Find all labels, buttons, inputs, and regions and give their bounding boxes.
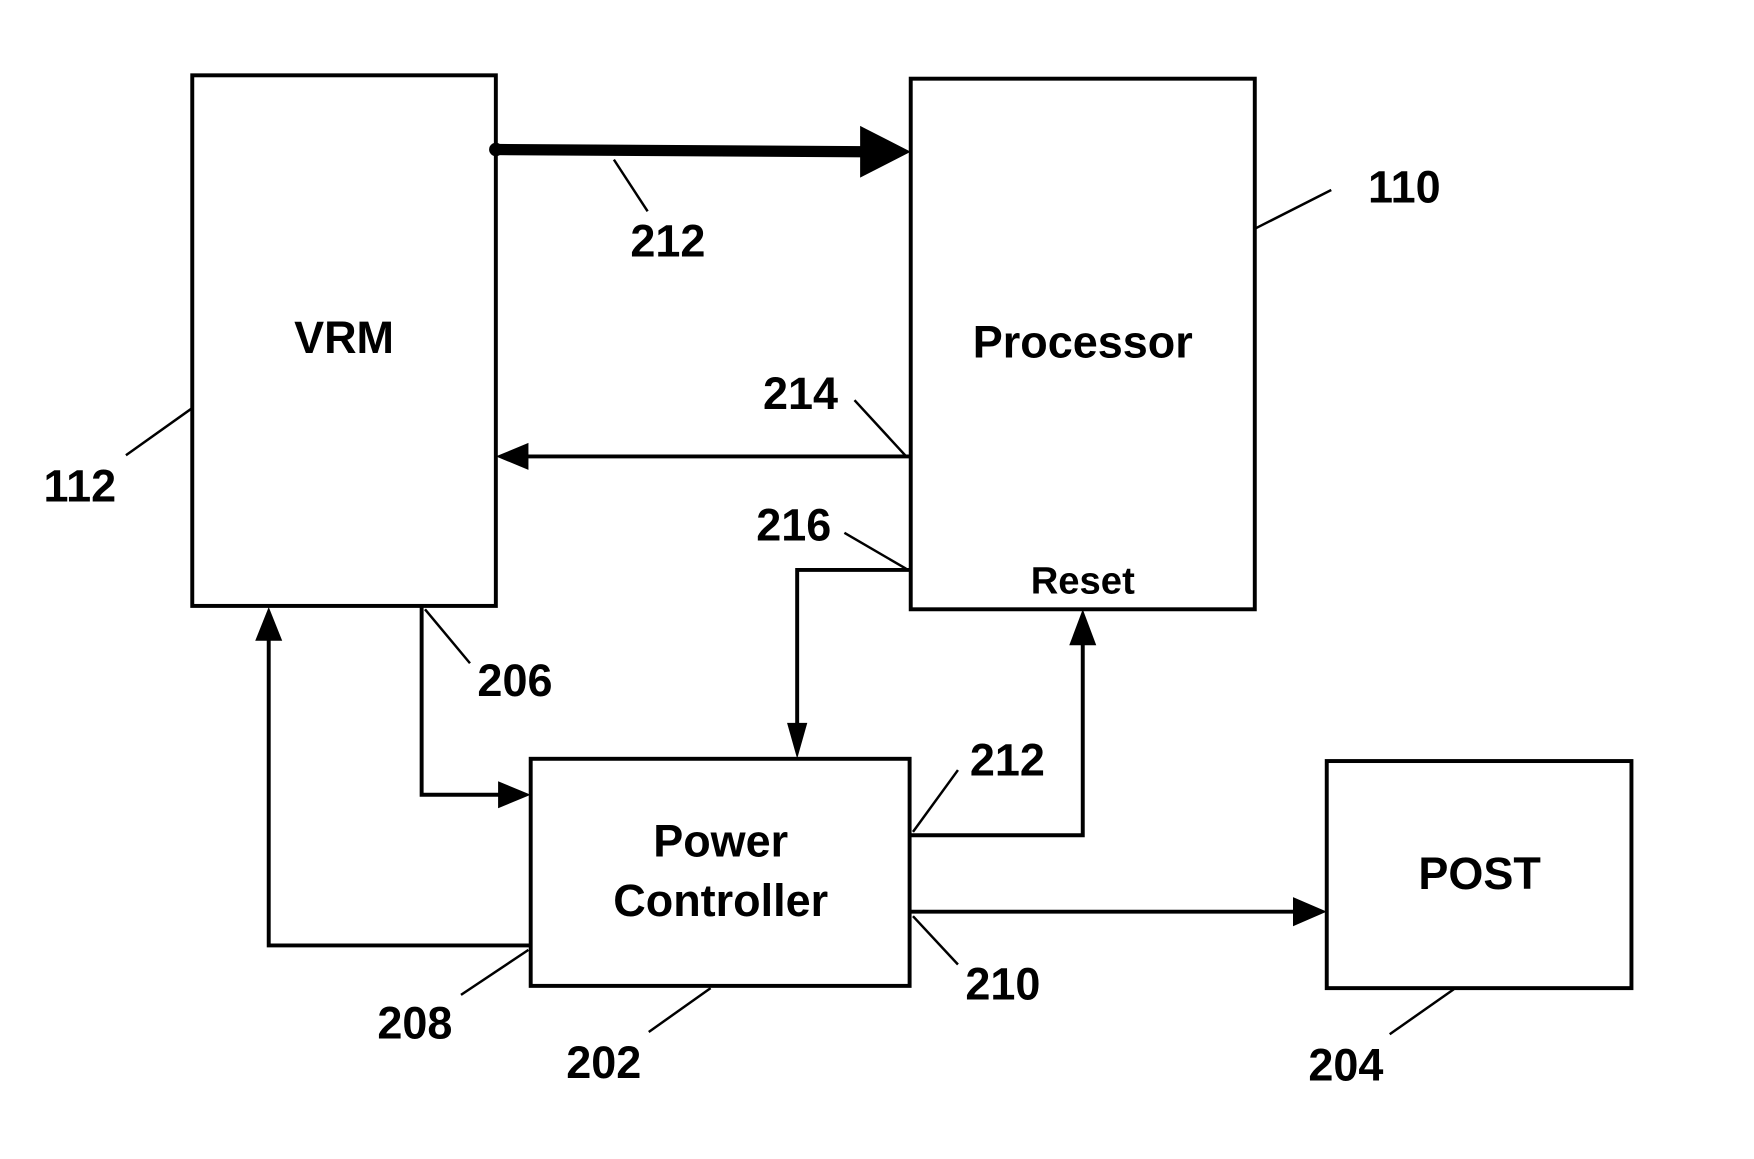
leader-204 <box>1388 988 1455 1036</box>
power-controller-to-vrm-arrowhead <box>255 607 283 641</box>
power-controller-to-reset-connection <box>909 609 1097 838</box>
ref-214: 214 <box>763 368 838 419</box>
post-block: POST <box>1324 759 1634 991</box>
reset-pin-label: Reset <box>1031 560 1135 603</box>
leader-202 <box>648 987 712 1033</box>
ref-202: 202 <box>566 1037 641 1088</box>
processor-to-vrm-connection <box>495 442 911 470</box>
leader-208 <box>460 948 530 996</box>
power-controller-to-reset-arrowhead <box>1069 609 1097 646</box>
leader-110 <box>1255 188 1332 230</box>
power-controller-block: Power Controller <box>528 756 912 988</box>
ref-208: 208 <box>377 998 452 1049</box>
processor-label: Processor <box>973 316 1193 367</box>
power-controller-label-line1: Power <box>653 816 788 867</box>
ref-112: 112 <box>44 460 117 511</box>
bus-line <box>495 143 866 158</box>
ref-204: 204 <box>1308 1039 1383 1090</box>
power-controller-box <box>528 756 912 988</box>
ref-206: 206 <box>477 655 552 706</box>
ref-212-bus: 212 <box>630 215 705 266</box>
leader-210 <box>912 915 959 966</box>
leader-212-reset <box>911 769 959 833</box>
leader-206 <box>424 608 471 665</box>
ref-212-reset: 212 <box>970 735 1045 786</box>
vrm-to-power-controller-arrowhead <box>498 781 531 809</box>
processor-to-power-controller-line <box>795 567 911 731</box>
vrm-label: VRM <box>294 312 394 363</box>
power-controller-label-line2: Controller <box>613 875 828 926</box>
processor-block: Processor Reset <box>908 76 1257 612</box>
processor-to-power-controller-connection <box>787 567 911 759</box>
power-controller-to-post-arrowhead <box>1293 897 1327 927</box>
leader-212-bus <box>612 158 649 213</box>
processor-to-vrm-arrowhead <box>495 442 529 470</box>
ref-216: 216 <box>756 500 831 551</box>
vrm-block: VRM <box>190 73 498 608</box>
ref-110: 110 <box>1368 161 1441 212</box>
leader-214 <box>853 399 908 458</box>
post-label: POST <box>1418 848 1540 899</box>
vrm-to-power-controller-connection <box>419 605 531 809</box>
vrm-to-processor-bus <box>489 125 911 178</box>
leader-112 <box>125 407 193 457</box>
power-controller-to-post-connection <box>909 897 1327 927</box>
leader-216 <box>843 531 907 570</box>
bus-arrowhead <box>860 125 911 178</box>
ref-210: 210 <box>965 958 1040 1009</box>
processor-to-power-controller-arrowhead <box>787 722 808 759</box>
block-diagram: VRM Processor Reset Power Controller POS… <box>44 73 1634 1090</box>
